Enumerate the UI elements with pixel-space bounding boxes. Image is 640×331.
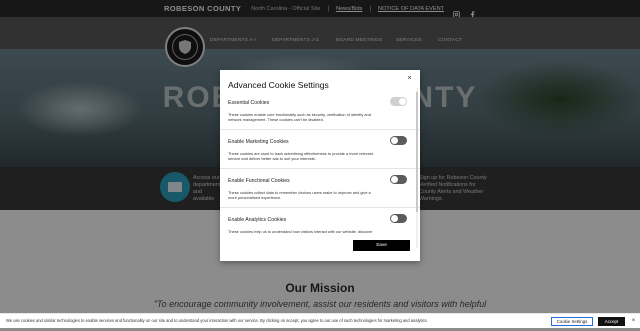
toggle-knob xyxy=(391,137,398,144)
marketing-toggle[interactable] xyxy=(390,136,407,145)
setting-title: Essential Cookies xyxy=(228,100,270,106)
close-icon[interactable]: × xyxy=(405,74,414,83)
toggle-knob xyxy=(399,98,406,105)
essential-toggle[interactable] xyxy=(390,97,407,106)
close-icon[interactable]: × xyxy=(629,317,638,326)
setting-title: Enable Marketing Cookies xyxy=(228,139,289,145)
setting-description: These cookies are used to track advertis… xyxy=(228,151,374,161)
cookie-settings-button[interactable]: Cookie Settings xyxy=(551,317,593,326)
analytics-toggle[interactable] xyxy=(390,214,407,223)
setting-title: Enable Functional Cookies xyxy=(228,178,290,184)
scrollbar-thumb[interactable] xyxy=(416,92,418,212)
divider xyxy=(220,129,420,130)
setting-description: These cookies collect data to remember c… xyxy=(228,190,371,200)
save-button[interactable]: Save xyxy=(353,240,410,251)
setting-description: These cookies enable core functionality … xyxy=(228,112,371,122)
divider xyxy=(220,207,420,208)
functional-toggle[interactable] xyxy=(390,175,407,184)
cookie-banner-text: We use cookies and similar technologies … xyxy=(6,318,428,323)
settings-list: Essential Cookies These cookies enable c… xyxy=(220,88,420,250)
setting-description: These cookies help us to understand how … xyxy=(228,229,373,234)
accept-button[interactable]: Accept xyxy=(598,317,625,326)
toggle-knob xyxy=(391,215,398,222)
divider xyxy=(220,168,420,169)
setting-title: Enable Analytics Cookies xyxy=(228,217,287,223)
cookie-settings-dialog: Advanced Cookie Settings × Essential Coo… xyxy=(220,70,420,261)
cookie-banner: We use cookies and similar technologies … xyxy=(0,313,640,328)
toggle-knob xyxy=(391,176,398,183)
